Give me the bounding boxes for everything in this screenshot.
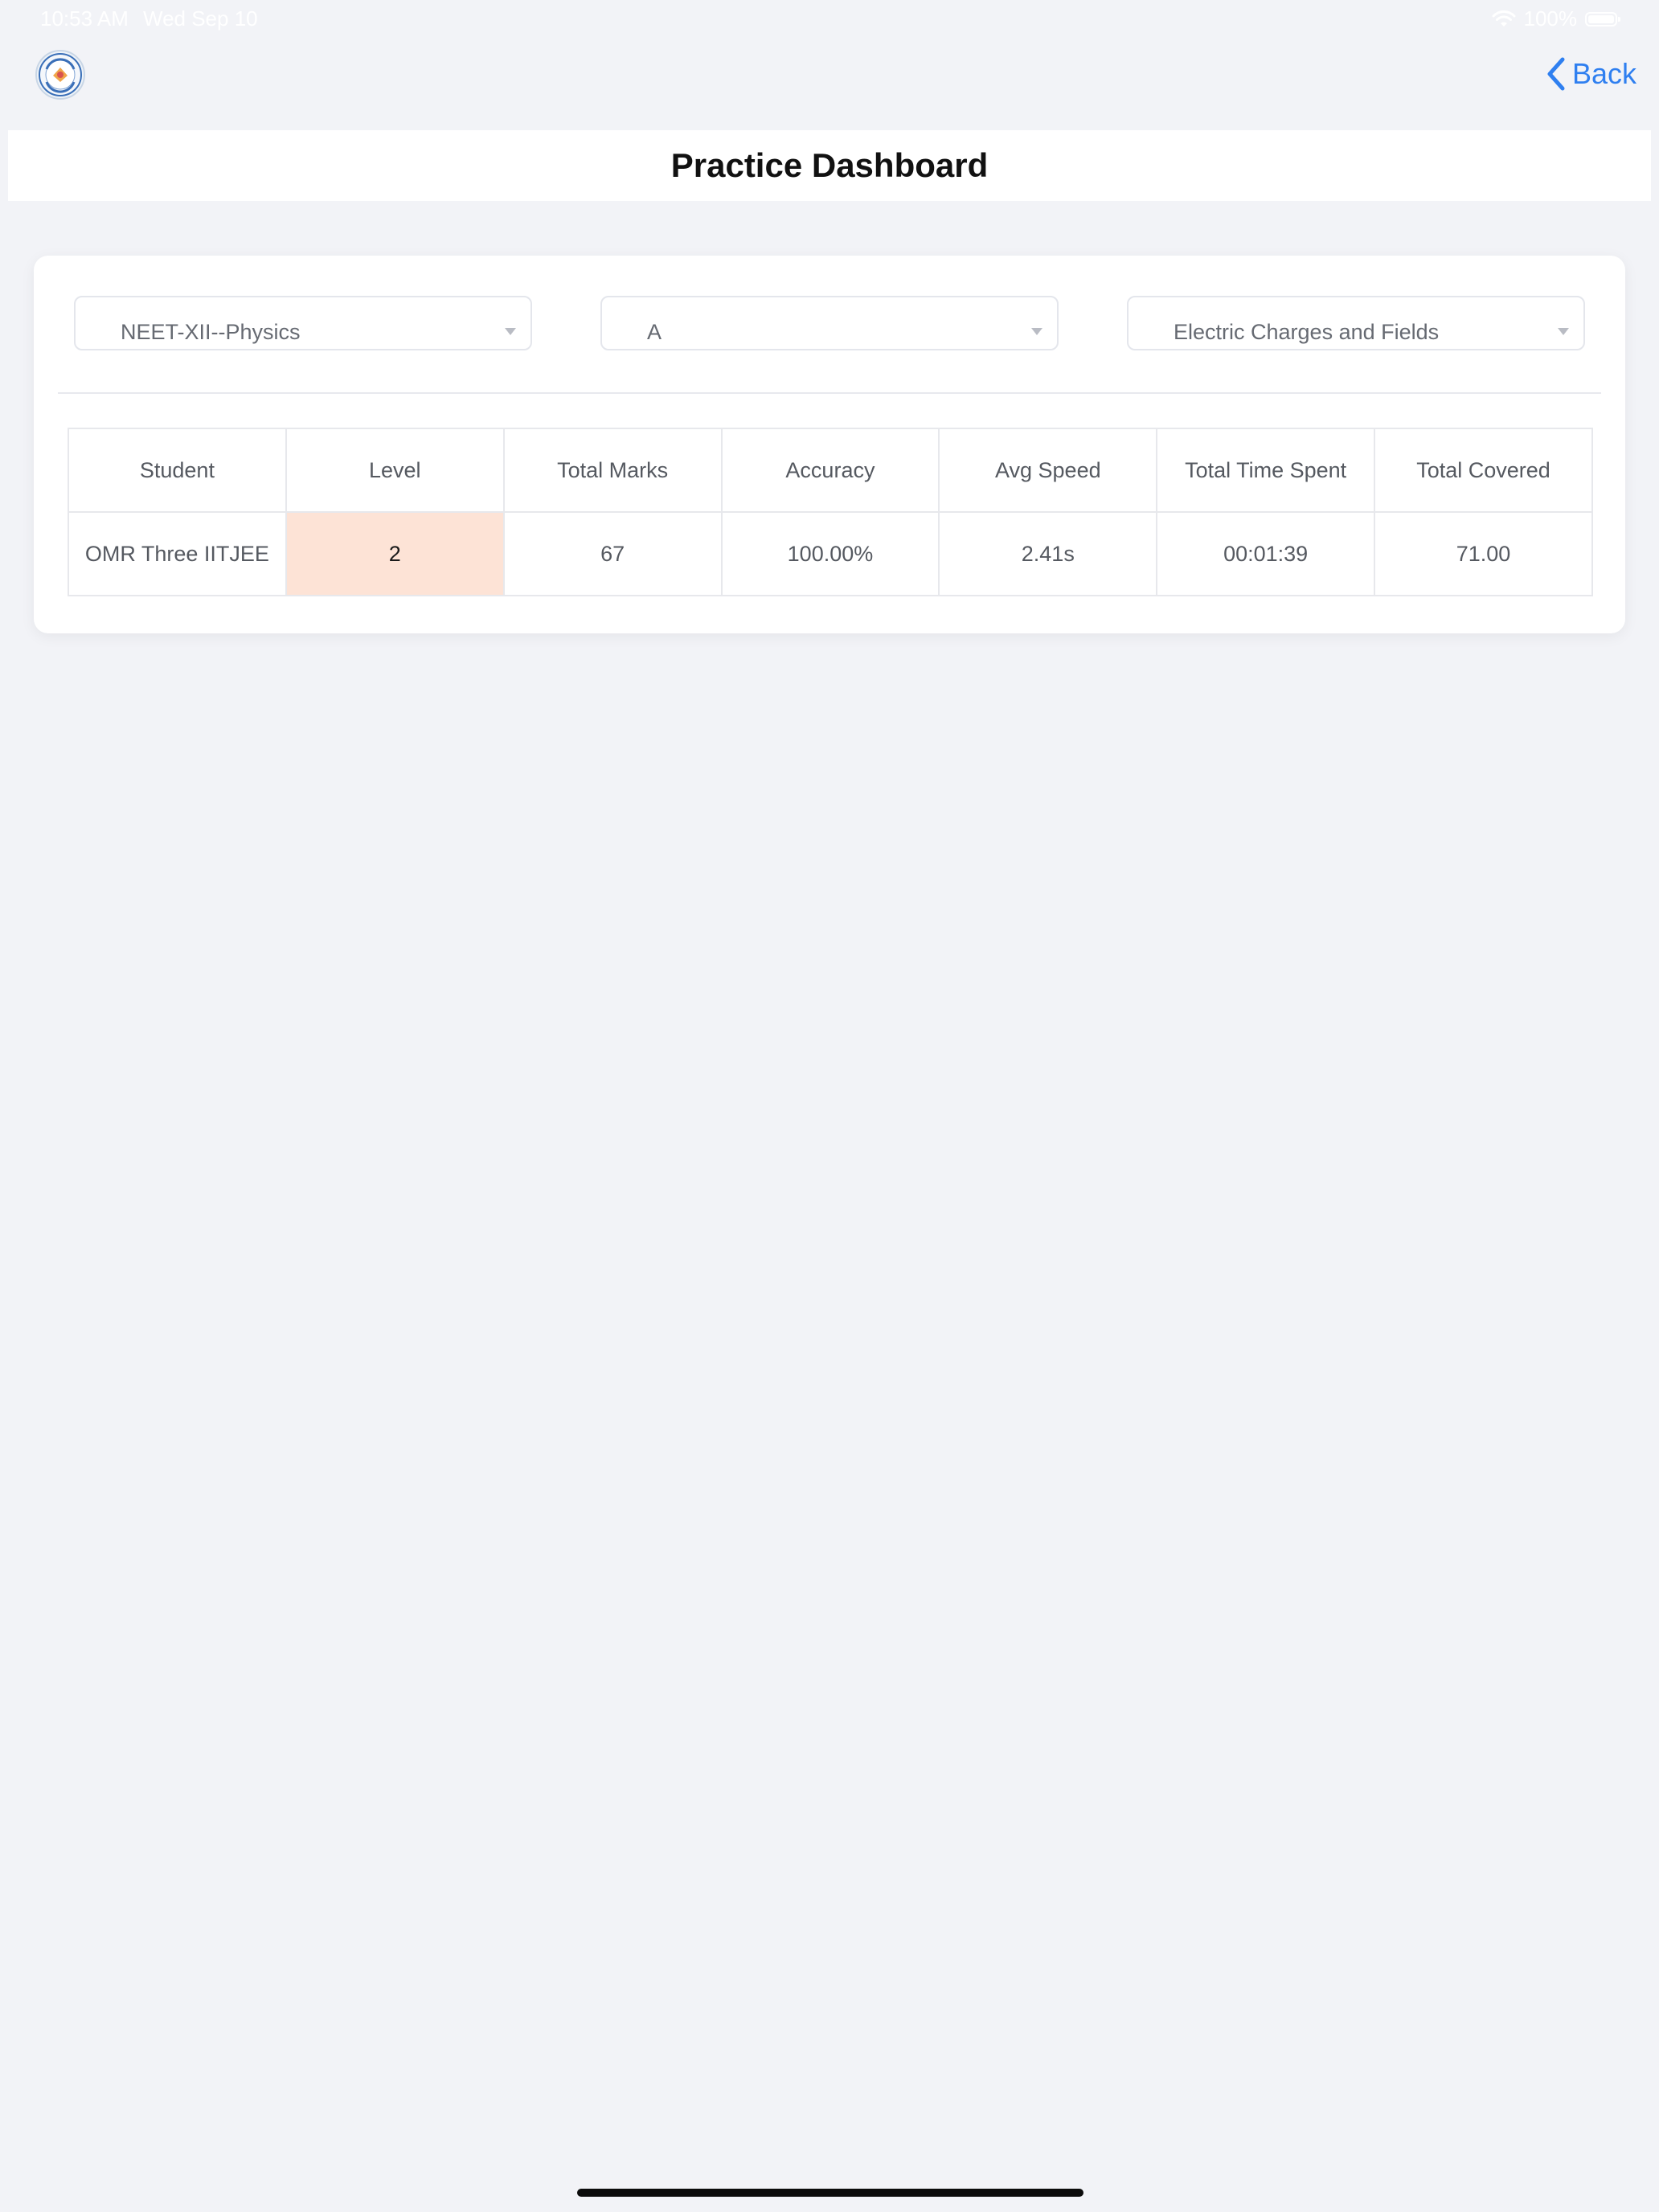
section-dropdown[interactable]: A xyxy=(600,296,1059,350)
caret-down-icon xyxy=(1558,328,1569,335)
status-bar: 10:53 AM Wed Sep 10 100% xyxy=(0,0,1659,39)
column-header-total-covered: Total Covered xyxy=(1374,428,1593,513)
app-screen: 10:53 AM Wed Sep 10 100% Back Practice D… xyxy=(0,0,1659,2212)
course-dropdown[interactable]: NEET-XII--Physics xyxy=(74,296,532,350)
cell-total-covered: 71.00 xyxy=(1374,511,1593,596)
divider xyxy=(58,392,1601,394)
dashboard-card: NEET-XII--Physics A Electric Charges and… xyxy=(34,256,1625,633)
caret-down-icon xyxy=(1031,328,1043,335)
back-label: Back xyxy=(1571,57,1636,90)
table-row[interactable]: OMR Three IITJEE 2 67 100.00% 2.41s 00:0… xyxy=(68,511,1593,596)
results-table: Student Level Total Marks Accuracy Avg S… xyxy=(68,428,1593,596)
column-header-student: Student xyxy=(68,428,287,513)
chapter-dropdown[interactable]: Electric Charges and Fields xyxy=(1127,296,1585,350)
column-header-total-marks: Total Marks xyxy=(502,428,723,513)
page-title: Practice Dashboard xyxy=(670,146,989,184)
course-dropdown-value: NEET-XII--Physics xyxy=(121,320,301,344)
cell-student: OMR Three IITJEE xyxy=(68,511,287,596)
cell-avg-speed: 2.41s xyxy=(938,511,1158,596)
back-button[interactable]: Back xyxy=(1545,56,1636,92)
chevron-left-icon xyxy=(1545,56,1566,92)
chapter-dropdown-value: Electric Charges and Fields xyxy=(1174,320,1440,344)
status-time: 10:53 AM xyxy=(40,6,129,31)
column-header-level: Level xyxy=(285,428,505,513)
cell-total-marks: 67 xyxy=(502,511,723,596)
cell-accuracy: 100.00% xyxy=(720,511,940,596)
status-indicators: 100% xyxy=(1492,6,1620,31)
battery-level xyxy=(1588,14,1614,23)
cell-total-time-spent: 00:01:39 xyxy=(1156,511,1376,596)
battery-percent: 100% xyxy=(1523,6,1578,31)
column-header-total-time-spent: Total Time Spent xyxy=(1156,428,1376,513)
status-date: Wed Sep 10 xyxy=(143,6,258,31)
caret-down-icon xyxy=(505,328,516,335)
column-header-accuracy: Accuracy xyxy=(720,428,940,513)
school-logo xyxy=(35,50,85,100)
home-indicator[interactable] xyxy=(577,2189,1083,2197)
section-dropdown-value: A xyxy=(647,320,662,344)
battery-icon xyxy=(1585,11,1620,27)
title-bar: Practice Dashboard xyxy=(8,130,1651,201)
table-header-row: Student Level Total Marks Accuracy Avg S… xyxy=(68,428,1593,513)
column-header-avg-speed: Avg Speed xyxy=(938,428,1158,513)
cell-level: 2 xyxy=(285,511,505,596)
wifi-icon xyxy=(1492,10,1516,28)
